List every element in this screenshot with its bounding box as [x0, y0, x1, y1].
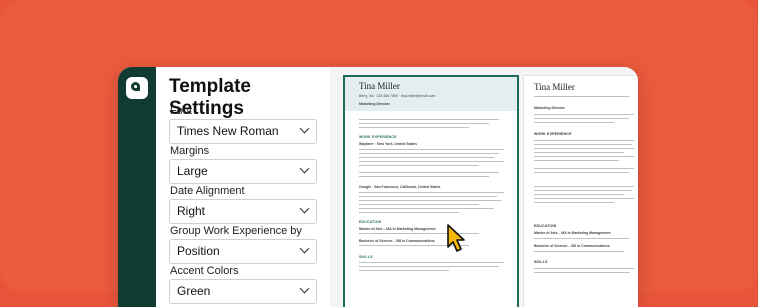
text-line	[534, 190, 632, 192]
text-line	[534, 152, 624, 154]
text-line	[359, 204, 479, 206]
accent-colors-value: Green	[177, 284, 211, 298]
text-line	[534, 118, 629, 120]
text-line	[534, 272, 630, 274]
resume-name: Tina Miller	[359, 81, 400, 91]
text-line	[359, 192, 504, 194]
section-heading: EDUCATION	[534, 224, 557, 228]
text-line	[359, 157, 494, 159]
chevron-down-icon	[299, 163, 310, 174]
employer-line: Wayfarer · New York, United States	[359, 142, 417, 146]
section-heading: EDUCATION	[359, 220, 382, 224]
text-line	[534, 194, 624, 196]
text-line	[359, 123, 489, 125]
text-line	[534, 168, 634, 170]
text-line	[534, 238, 629, 240]
pointer-cursor-icon	[447, 224, 465, 252]
date-alignment-select[interactable]: Right	[169, 199, 317, 224]
resume-contact: Berry, VA · 123 456 7890 · tina.miller@e…	[359, 94, 436, 98]
text-line	[359, 149, 504, 151]
resume-role: Marketing Director	[359, 102, 390, 106]
group-work-select[interactable]: Position	[169, 239, 317, 264]
font-select[interactable]: Times New Roman	[169, 119, 317, 144]
date-alignment-label: Date Alignment	[170, 185, 245, 197]
text-line	[534, 144, 632, 146]
degree-line: Master of Arts – MA in Marketing Managem…	[359, 227, 436, 231]
font-label: Font	[170, 105, 193, 117]
text-line	[534, 186, 634, 188]
text-line	[359, 196, 497, 198]
text-line	[534, 114, 634, 116]
app-window: Template Settings Font Times New Roman M…	[118, 67, 638, 307]
left-rail	[118, 67, 156, 307]
text-line	[359, 161, 504, 163]
text-line	[534, 122, 614, 124]
resume-name: Tina Miller	[534, 82, 575, 92]
section-heading: WORK EXPERIENCE	[534, 132, 572, 136]
text-line	[534, 96, 629, 98]
text-line	[359, 127, 469, 129]
margins-value: Large	[177, 164, 208, 178]
degree-line: Master of Arts – MA in Marketing Managem…	[534, 231, 611, 235]
text-line	[534, 202, 614, 204]
text-line	[534, 148, 634, 150]
chevron-down-icon	[299, 203, 310, 214]
section-heading: WORK EXPERIENCE	[359, 135, 397, 139]
text-line	[534, 140, 634, 142]
group-work-value: Position	[177, 244, 220, 258]
section-heading: SKILLS	[359, 255, 373, 259]
group-work-label: Group Work Experience by	[170, 225, 302, 237]
template-preview-area: Tina Miller Berry, VA · 123 456 7890 · t…	[330, 67, 638, 307]
text-line	[359, 270, 449, 272]
accent-colors-label: Accent Colors	[170, 265, 239, 277]
section-heading: SKILLS	[534, 260, 548, 264]
text-line	[359, 153, 499, 155]
text-line	[534, 160, 619, 162]
text-line	[359, 165, 479, 167]
chevron-down-icon	[299, 243, 310, 254]
text-line	[359, 266, 499, 268]
text-line	[534, 198, 634, 200]
font-value: Times New Roman	[177, 124, 279, 138]
text-line	[534, 251, 624, 253]
panel-title: Template Settings	[169, 76, 252, 119]
date-alignment-value: Right	[177, 204, 206, 218]
margins-select[interactable]: Large	[169, 159, 317, 184]
text-line	[359, 200, 501, 202]
text-line	[534, 268, 634, 270]
text-line	[534, 156, 634, 158]
text-line	[359, 119, 499, 121]
resume-preview-selected[interactable]: Tina Miller Berry, VA · 123 456 7890 · t…	[343, 75, 519, 307]
margins-label: Margins	[170, 145, 210, 157]
text-line	[359, 208, 494, 210]
app-logo-icon[interactable]	[126, 77, 148, 99]
text-line	[359, 212, 459, 214]
text-line	[359, 176, 489, 178]
text-line	[534, 172, 629, 174]
resume-preview-alt[interactable]: Tina Miller Marketing Director WORK EXPE…	[523, 75, 638, 307]
employer-line: Google · San Francisco, California, Unit…	[359, 185, 441, 189]
text-line	[359, 172, 499, 174]
text-line	[359, 262, 504, 264]
template-settings-panel: Template Settings Font Times New Roman M…	[156, 67, 331, 307]
degree-line: Bachelor of Science – BS in Communicatio…	[359, 239, 435, 243]
resume-role: Marketing Director	[534, 106, 565, 110]
degree-line: Bachelor of Science – BS in Communicatio…	[534, 244, 610, 248]
chevron-down-icon	[299, 123, 310, 134]
